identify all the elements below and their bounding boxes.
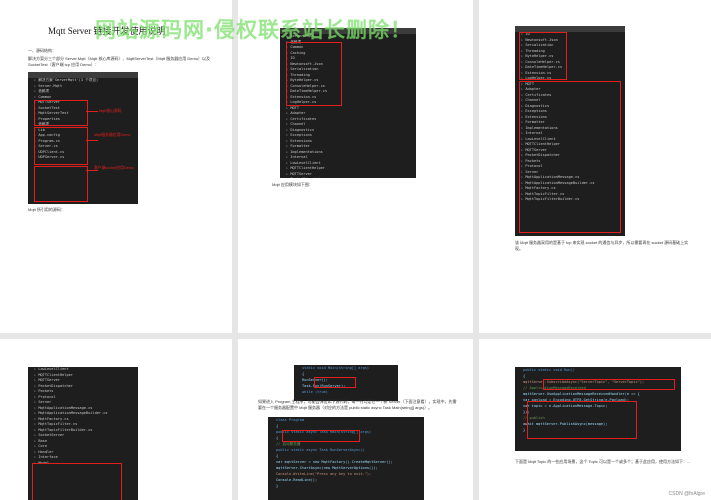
page1-caption: Mqtt 所引用的源码： [28,207,65,212]
highlight-box-server [34,127,88,165]
page5-paragraph: 如果进入 Program 主程序，可能会弹出如下源代码，每一行均是在一个新 Se… [258,399,457,410]
highlight-box-mqtt [519,81,621,233]
arrow-core [86,111,98,112]
doc-page-3: IONewtonsoft.JsonSerializationThreadingB… [479,0,711,333]
highlight-box-runserver [314,377,356,388]
page3-paragraph: 该 Mqtt 服务器采用的是基于 tcp 来实现 socket 的通信与异步，所… [515,240,689,251]
watermark-text: 网站源码网·侵权联系站长删除！ [95,18,412,42]
intro-paragraph: 解决方案分三个部分 Server.Mqtt（Mqtt 核心库源码）、MqttSe… [28,56,211,67]
doc-page-4: LowLevelClientMQTTClientHelperMQTTServer… [0,339,232,500]
section-heading: 一、源码结构： [28,48,56,53]
label-client-demo: 客户端socket应用Demo [94,166,135,170]
highlight-box-core [34,100,88,126]
tree-item[interactable]: PacketDispatcher [286,177,416,178]
doc-page-1: Mqtt Server 链接开发使用说明 一、源码结构： 解决方案分三个部分 S… [0,0,232,333]
code-line: while (true) [302,390,328,394]
csdn-credit: CSDN @fnAlgre [668,491,705,497]
highlight-box-socketserver [32,463,122,500]
arrow-server [86,140,98,141]
page6-paragraph: 下面是 Mqtt Topic 的一些应用场景，这个 Topic 可以是一个或多个… [515,459,691,464]
highlight-box-io [519,32,567,80]
highlight-box-client [34,166,88,202]
highlight-box-main-async [282,430,360,442]
code-line: } [276,484,279,488]
label-core: Mqtt核心源码 [99,109,122,113]
doc-page-6: public static void Run(){ mqttServer.Sub… [479,339,711,500]
highlight-box-common [286,42,342,106]
page2-caption: Mqtt 应用模块如下图： [272,182,313,187]
doc-page-2: Server.Mqtt依赖项CommonCachingIONewtonsoft.… [238,0,473,333]
doc-page-5: static void Main(string[] args){ RunServ… [238,339,473,500]
label-server-demo: Mqtt服务器应用Demo [94,133,131,137]
highlight-box-handler [527,401,637,439]
highlight-box-subscribe [543,379,675,390]
